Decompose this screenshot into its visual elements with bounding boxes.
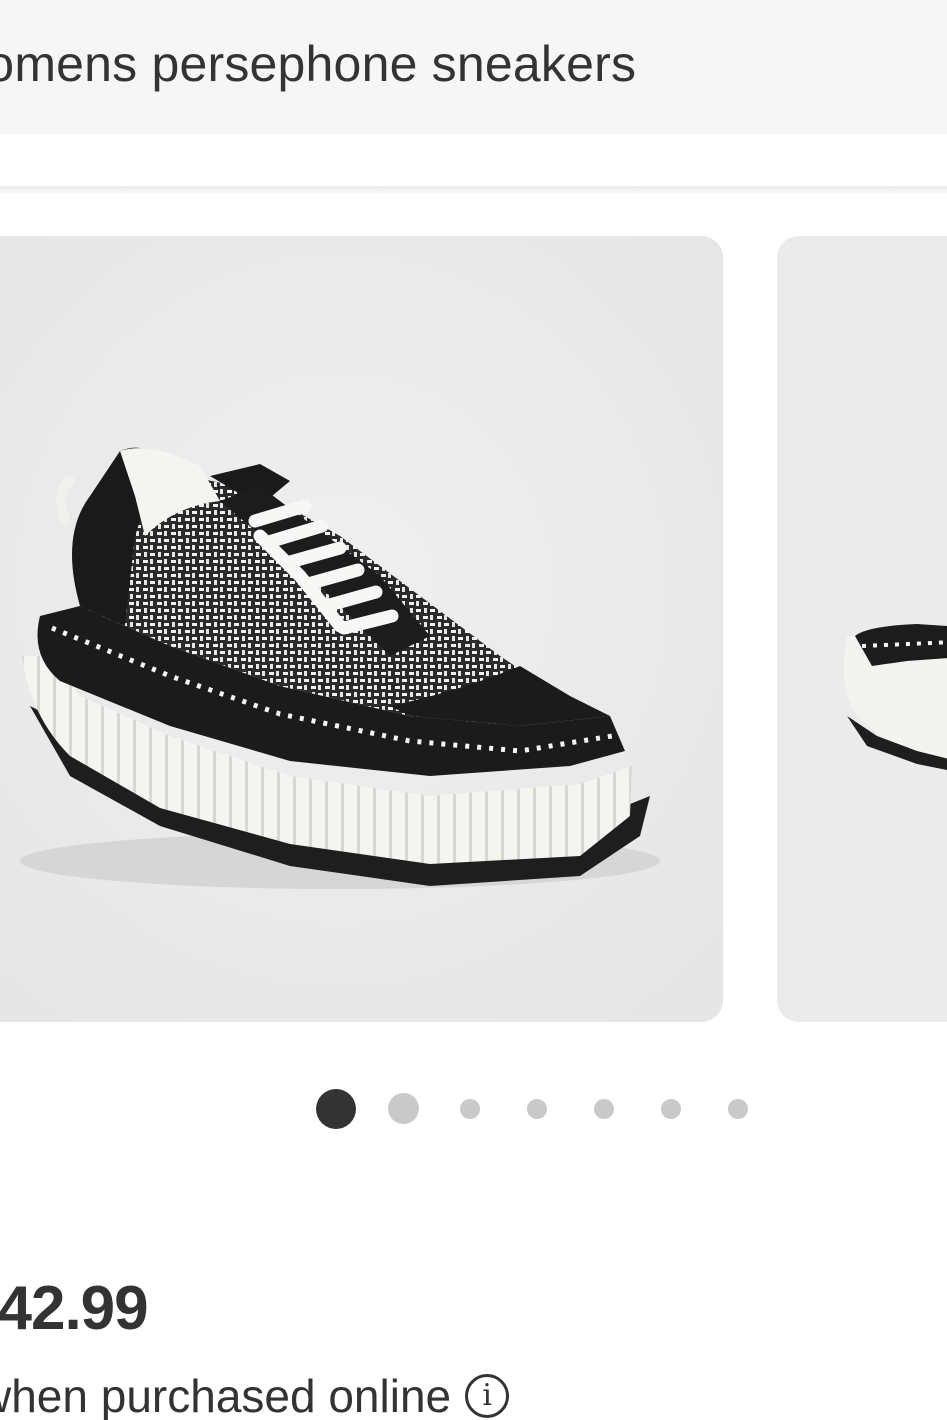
- search-query-text[interactable]: womens persephone sneakers: [0, 34, 636, 94]
- price-note-row: when purchased online i: [0, 1368, 510, 1420]
- product-image-main[interactable]: [0, 236, 723, 1022]
- carousel-dot-3[interactable]: [460, 1099, 480, 1119]
- product-price: $42.99: [0, 1272, 149, 1346]
- product-page: womens persephone sneakers 42.99 when pu…: [0, 0, 947, 1420]
- header-divider: [0, 186, 947, 194]
- info-icon[interactable]: i: [465, 1373, 510, 1418]
- carousel-dot-7[interactable]: [728, 1099, 748, 1119]
- carousel-dot-5[interactable]: [594, 1099, 614, 1119]
- price-note: when purchased online: [0, 1370, 452, 1420]
- search-bar[interactable]: womens persephone sneakers: [0, 0, 947, 134]
- carousel-dot-2[interactable]: [388, 1093, 419, 1124]
- carousel-pagination[interactable]: [0, 1088, 947, 1129]
- price-value: $42.99: [0, 1274, 149, 1343]
- carousel-dot-1[interactable]: [316, 1089, 356, 1129]
- carousel-dot-4[interactable]: [527, 1099, 547, 1119]
- product-image-carousel[interactable]: [0, 236, 947, 1022]
- sneaker-image-partial: [777, 236, 947, 1022]
- carousel-dot-6[interactable]: [661, 1099, 681, 1119]
- sneaker-image: [0, 236, 723, 1022]
- product-image-next[interactable]: [777, 236, 947, 1022]
